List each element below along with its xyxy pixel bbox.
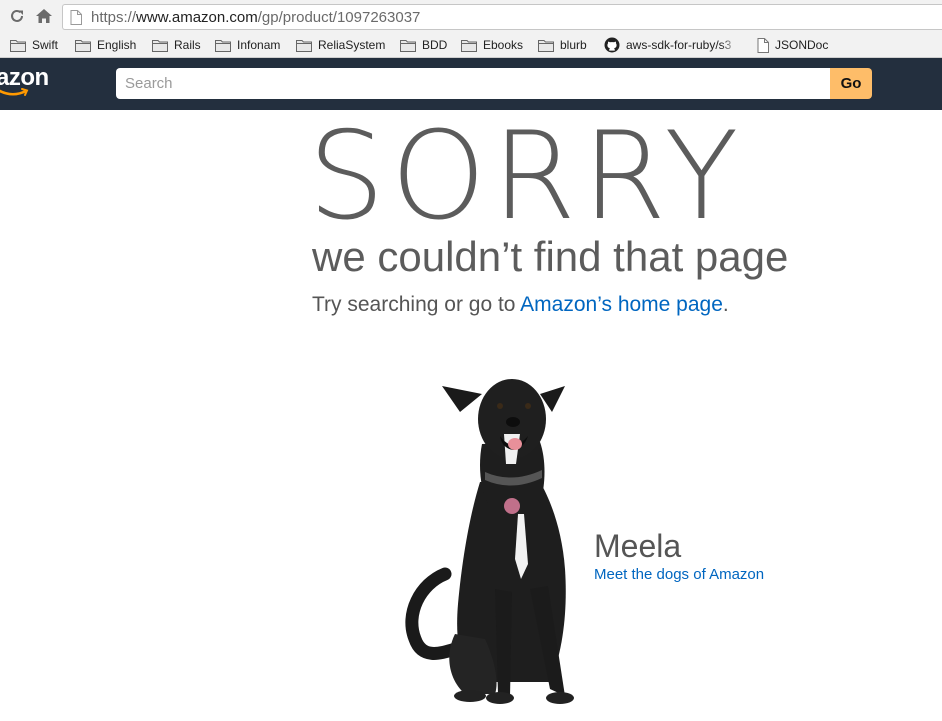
page-icon bbox=[757, 37, 769, 53]
browser-toolbar: https://www.amazon.com/gp/product/109726… bbox=[0, 0, 942, 33]
bookmark-label: English bbox=[97, 38, 137, 52]
folder-icon bbox=[461, 39, 477, 52]
home-icon[interactable] bbox=[35, 7, 53, 25]
bookmark-swift[interactable]: Swift bbox=[10, 36, 58, 54]
github-icon bbox=[604, 37, 620, 53]
dog-photo bbox=[405, 379, 574, 704]
bookmark-label: blurb bbox=[560, 38, 587, 52]
folder-icon bbox=[152, 39, 168, 52]
bookmark-english[interactable]: English bbox=[75, 36, 136, 54]
search-input[interactable] bbox=[116, 68, 830, 99]
bookmark-label: Ebooks bbox=[483, 38, 524, 52]
bookmark-label: Infonam bbox=[237, 38, 281, 52]
bookmark-label: JSONDoc bbox=[775, 38, 829, 52]
try-text: Try searching or go to bbox=[312, 293, 521, 316]
folder-icon bbox=[10, 39, 26, 52]
amazon-header: azon Go bbox=[0, 58, 942, 110]
bookmark-aws-sdk[interactable]: aws-sdk-for-ruby/s3 bbox=[604, 36, 738, 54]
bookmark-label: aws-sdk-for-ruby/s3 bbox=[626, 38, 732, 52]
dog-name: Meela bbox=[594, 528, 682, 564]
folder-icon bbox=[75, 39, 91, 52]
meet-the-dogs-link[interactable]: Meet the dogs of Amazon bbox=[594, 566, 764, 583]
try-searching-text: Try searching or go to Amazon’s home pag… bbox=[312, 293, 729, 317]
sorry-headline: SORRY bbox=[308, 106, 745, 247]
bookmark-label: Rails bbox=[174, 38, 201, 52]
bookmark-jsondoc[interactable]: JSONDoc bbox=[757, 36, 828, 54]
url-text: https://www.amazon.com/gp/product/109726… bbox=[91, 9, 421, 26]
home-page-link[interactable]: Amazon’s home page bbox=[520, 293, 723, 316]
bookmark-label: BDD bbox=[422, 38, 448, 52]
bookmark-ebooks[interactable]: Ebooks bbox=[461, 36, 523, 54]
folder-icon bbox=[400, 39, 416, 52]
try-suffix: . bbox=[722, 293, 729, 316]
folder-icon bbox=[296, 39, 312, 52]
error-subheadline: we couldn’t find that page bbox=[312, 233, 789, 280]
reload-icon[interactable] bbox=[8, 7, 26, 25]
folder-icon bbox=[215, 39, 231, 52]
bookmark-label: Swift bbox=[32, 38, 59, 52]
bookmark-rails[interactable]: Rails bbox=[152, 36, 201, 54]
bookmark-blurb[interactable]: blurb bbox=[538, 36, 587, 54]
bookmark-reliasystem[interactable]: ReliaSystem bbox=[296, 36, 385, 54]
bookmark-label: ReliaSystem bbox=[318, 38, 386, 52]
page-icon bbox=[70, 10, 82, 25]
folder-icon bbox=[538, 39, 554, 52]
amazon-smile-icon bbox=[0, 88, 29, 96]
bookmark-bdd[interactable]: BDD bbox=[400, 36, 447, 54]
go-button[interactable]: Go bbox=[830, 68, 872, 99]
bookmark-infonam[interactable]: Infonam bbox=[215, 36, 280, 54]
bookmarks-bar: Swift English Rails Infonam ReliaSystem … bbox=[0, 33, 942, 58]
address-bar[interactable]: https://www.amazon.com/gp/product/109726… bbox=[62, 4, 942, 30]
